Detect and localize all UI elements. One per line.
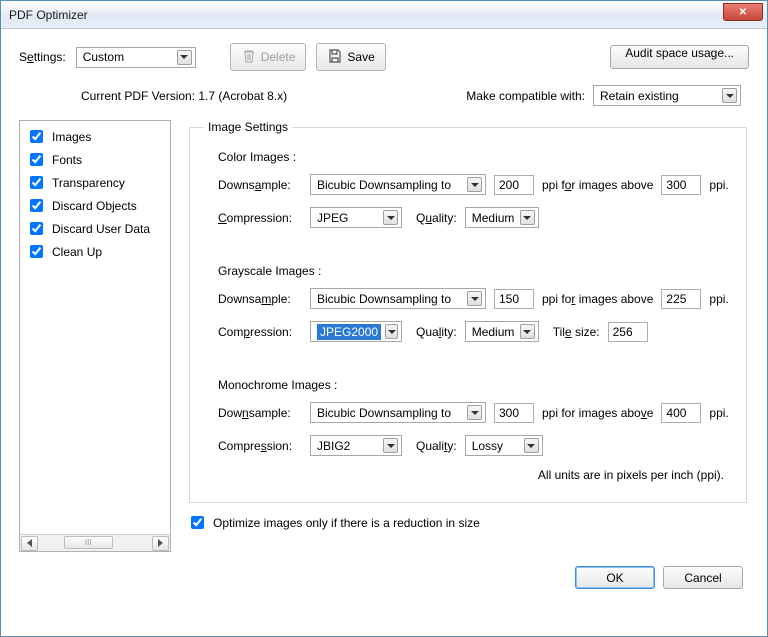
settings-select[interactable]: Custom	[76, 47, 196, 68]
mono-compression-select[interactable]: JBIG2	[310, 435, 402, 456]
delete-button: Delete	[230, 43, 307, 71]
sidebar-item-checkbox[interactable]	[30, 245, 43, 258]
sidebar-item-discard-user-data[interactable]: Discard User Data	[26, 217, 164, 240]
sidebar-item-checkbox[interactable]	[30, 130, 43, 143]
current-version-text: Current PDF Version: 1.7 (Acrobat 8.x)	[81, 89, 287, 103]
mono-ppi-above-input[interactable]	[661, 403, 701, 423]
sidebar-item-label: Transparency	[52, 176, 125, 190]
settings-label: Settings:	[19, 50, 66, 64]
gray-quality-label: Quality:	[416, 325, 457, 339]
image-settings-group: Image Settings Color Images : Downsample…	[189, 120, 747, 503]
trash-icon	[241, 48, 257, 67]
scroll-track[interactable]: III	[39, 536, 151, 551]
close-icon: ✕	[739, 7, 747, 18]
chevron-down-icon	[524, 438, 539, 453]
audit-label: Audit space usage...	[625, 46, 734, 60]
color-downsample-label: Downsample:	[218, 178, 302, 192]
color-ppi-above-label: ppi for images above	[542, 178, 653, 192]
units-note: All units are in pixels per inch (ppi).	[204, 468, 724, 482]
gray-downsample-label: Downsample:	[218, 292, 302, 306]
mono-images-heading: Monochrome Images :	[218, 378, 732, 392]
gray-compression-select[interactable]: JPEG2000	[310, 321, 402, 342]
color-quality-select[interactable]: Medium	[465, 207, 539, 228]
chevron-down-icon	[520, 210, 535, 225]
chevron-down-icon	[520, 324, 535, 339]
sidebar-item-checkbox[interactable]	[30, 153, 43, 166]
chevron-down-icon	[467, 177, 482, 192]
color-ppi-above-input[interactable]	[661, 175, 701, 195]
chevron-down-icon	[177, 50, 192, 65]
sidebar-item-label: Discard Objects	[52, 199, 137, 213]
ppi-unit: ppi.	[709, 292, 728, 306]
gray-compression-label: Compression:	[218, 325, 302, 339]
horizontal-scrollbar[interactable]: III	[20, 534, 170, 551]
ppi-unit: ppi.	[709, 406, 728, 420]
scroll-thumb[interactable]: III	[64, 536, 113, 549]
chevron-down-icon	[467, 405, 482, 420]
chevron-down-icon	[385, 324, 398, 339]
sidebar-item-label: Discard User Data	[52, 222, 150, 236]
save-button[interactable]: Save	[316, 43, 385, 71]
scroll-left-icon[interactable]	[21, 536, 38, 551]
gray-tile-label: Tile size:	[553, 325, 600, 339]
color-ppi-input[interactable]	[494, 175, 534, 195]
sidebar-item-clean-up[interactable]: Clean Up	[26, 240, 164, 263]
chevron-down-icon	[722, 88, 737, 103]
image-settings-legend: Image Settings	[204, 120, 292, 134]
audit-space-button[interactable]: Audit space usage...	[610, 45, 749, 69]
save-icon	[327, 48, 343, 67]
sidebar-item-label: Clean Up	[52, 245, 102, 259]
color-downsample-select[interactable]: Bicubic Downsampling to	[310, 174, 486, 195]
cancel-button[interactable]: Cancel	[663, 566, 743, 589]
mono-quality-label: Quality:	[416, 439, 457, 453]
sidebar-item-discard-objects[interactable]: Discard Objects	[26, 194, 164, 217]
mono-ppi-above-label: ppi for images above	[542, 406, 653, 420]
sidebar-item-label: Fonts	[52, 153, 82, 167]
optimize-only-reduction-checkbox[interactable]	[191, 516, 204, 529]
close-button[interactable]: ✕	[723, 3, 763, 21]
sidebar-item-label: Images	[52, 130, 91, 144]
mono-downsample-label: Downsample:	[218, 406, 302, 420]
chevron-down-icon	[383, 210, 398, 225]
gray-quality-select[interactable]: Medium	[465, 321, 539, 342]
gray-ppi-above-input[interactable]	[661, 289, 701, 309]
sidebar-item-checkbox[interactable]	[30, 199, 43, 212]
optimize-only-reduction-label: Optimize images only if there is a reduc…	[213, 516, 480, 530]
gray-tile-input[interactable]	[608, 322, 648, 342]
sidebar-item-transparency[interactable]: Transparency	[26, 171, 164, 194]
compat-label: Make compatible with:	[466, 89, 585, 103]
ok-button[interactable]: OK	[575, 566, 655, 589]
mono-downsample-select[interactable]: Bicubic Downsampling to	[310, 402, 486, 423]
mono-compression-label: Compression:	[218, 439, 302, 453]
compat-select-value: Retain existing	[600, 89, 679, 103]
compat-select[interactable]: Retain existing	[593, 85, 741, 106]
color-quality-label: Quality:	[416, 211, 457, 225]
color-compression-label: Compression:	[218, 211, 302, 225]
mono-ppi-input[interactable]	[494, 403, 534, 423]
mono-quality-select[interactable]: Lossy	[465, 435, 543, 456]
scroll-right-icon[interactable]	[152, 536, 169, 551]
sidebar-item-images[interactable]: Images	[26, 125, 164, 148]
settings-select-value: Custom	[83, 50, 124, 64]
category-list: Images Fonts Transparency Discard Object…	[19, 120, 171, 552]
gray-ppi-above-label: ppi for images above	[542, 292, 653, 306]
gray-images-heading: Grayscale Images :	[218, 264, 732, 278]
gray-downsample-select[interactable]: Bicubic Downsampling to	[310, 288, 486, 309]
window-title: PDF Optimizer	[9, 8, 88, 22]
save-label: Save	[347, 50, 374, 64]
sidebar-item-checkbox[interactable]	[30, 176, 43, 189]
chevron-down-icon	[467, 291, 482, 306]
color-images-heading: Color Images :	[218, 150, 732, 164]
ppi-unit: ppi.	[709, 178, 728, 192]
chevron-down-icon	[383, 438, 398, 453]
sidebar-item-checkbox[interactable]	[30, 222, 43, 235]
color-compression-select[interactable]: JPEG	[310, 207, 402, 228]
delete-label: Delete	[261, 50, 296, 64]
titlebar: PDF Optimizer ✕	[1, 1, 767, 29]
gray-ppi-input[interactable]	[494, 289, 534, 309]
sidebar-item-fonts[interactable]: Fonts	[26, 148, 164, 171]
